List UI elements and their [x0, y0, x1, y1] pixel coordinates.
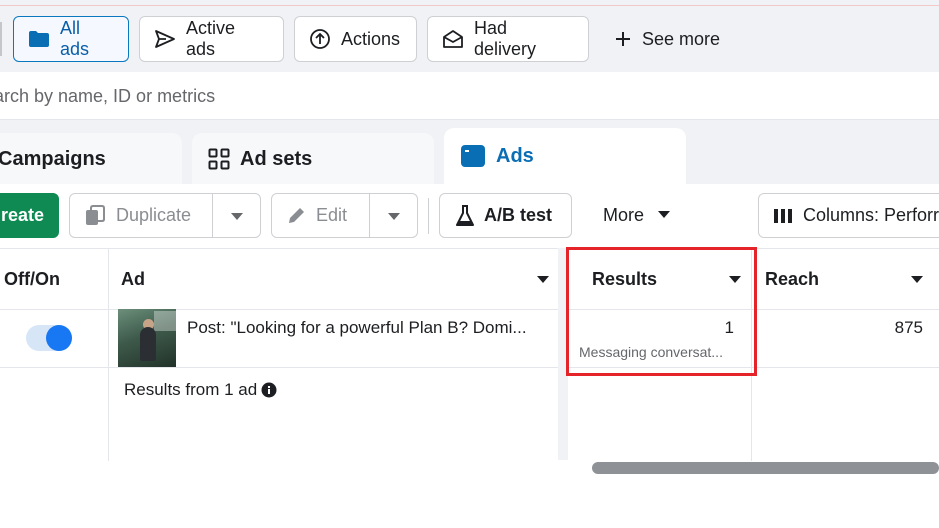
- flask-icon: [456, 204, 474, 226]
- summary-row: Results from 1 ad: [124, 380, 277, 400]
- horizontal-scrollbar[interactable]: [592, 462, 939, 474]
- header-ad[interactable]: Ad: [121, 249, 557, 309]
- tab-ads-label: Ads: [496, 144, 534, 167]
- filter-active-ads[interactable]: Active ads: [139, 16, 284, 62]
- duplicate-dropdown[interactable]: [213, 194, 261, 237]
- filter-actions[interactable]: Actions: [294, 16, 417, 62]
- thumbnail-figure: [140, 327, 156, 361]
- toolbar-divider: [428, 198, 429, 234]
- thumbnail-light: [154, 311, 176, 331]
- ab-test-button[interactable]: A/B test: [439, 193, 572, 238]
- open-envelope-icon: [443, 30, 463, 48]
- header-ad-label: Ad: [121, 268, 145, 289]
- tab-campaigns-label: Campaigns: [0, 147, 106, 170]
- info-icon[interactable]: [261, 382, 277, 398]
- tab-ad-sets-label: Ad sets: [240, 147, 313, 170]
- more-label: More: [603, 205, 645, 225]
- send-icon: [155, 30, 175, 48]
- chevron-down-icon: [231, 213, 243, 220]
- level-tabs: Campaigns Ad sets Ads: [0, 120, 939, 185]
- caret-down-icon: [658, 211, 670, 218]
- filter-had-delivery[interactable]: Had delivery: [427, 16, 589, 62]
- chevron-down-icon: [388, 213, 400, 220]
- caret-down-icon: [911, 276, 923, 283]
- search-input[interactable]: [0, 72, 939, 120]
- plus-icon: [616, 32, 630, 46]
- edit-split-button: Edit: [271, 193, 418, 238]
- toolbar: reate Duplicate Edit A/B test More Colum…: [0, 184, 939, 248]
- folder-icon: [29, 31, 49, 47]
- toggle-knob: [46, 325, 72, 351]
- caret-down-icon: [537, 276, 549, 283]
- edit-button[interactable]: Edit: [272, 194, 369, 237]
- arrow-up-circle-icon: [310, 29, 330, 49]
- ab-test-label: A/B test: [484, 205, 553, 225]
- ads-table: Off/On Ad Results Reach Post: "Looking f…: [0, 248, 939, 461]
- ad-window-icon: [461, 145, 485, 167]
- filter-bar-edge: [0, 22, 2, 56]
- tab-campaigns[interactable]: Campaigns: [0, 133, 182, 185]
- ad-toggle[interactable]: [26, 325, 72, 351]
- summary-text: Results from 1 ad: [124, 380, 258, 399]
- tab-ads[interactable]: Ads: [444, 128, 686, 184]
- column-divider: [108, 249, 109, 461]
- header-off-on[interactable]: Off/On: [4, 249, 108, 309]
- duplicate-split-button: Duplicate: [69, 193, 261, 238]
- columns-label: Columns: Perforr: [803, 205, 939, 225]
- create-button-label: reate: [1, 205, 45, 225]
- pencil-icon: [289, 207, 304, 223]
- header-reach-label: Reach: [765, 268, 820, 289]
- filter-had-delivery-label: Had delivery: [474, 18, 537, 59]
- filter-actions-label: Actions: [341, 28, 401, 49]
- filter-bar: All ads Active ads Actions Had delivery …: [0, 6, 939, 72]
- search-bar: [0, 72, 939, 120]
- columns-button[interactable]: Columns: Perforr: [758, 193, 939, 238]
- duplicate-icon: [86, 204, 105, 225]
- duplicate-button[interactable]: Duplicate: [70, 194, 212, 237]
- grid-icon: [208, 148, 230, 170]
- filter-all-ads-label: All ads: [60, 18, 90, 59]
- filter-all-ads[interactable]: All ads: [13, 16, 129, 62]
- row-divider: [0, 367, 939, 368]
- filter-active-ads-label: Active ads: [186, 18, 236, 59]
- duplicate-label: Duplicate: [116, 205, 192, 225]
- filter-see-more[interactable]: See more: [600, 16, 740, 62]
- create-button[interactable]: reate: [0, 193, 59, 238]
- columns-icon: [774, 208, 792, 223]
- filter-see-more-label: See more: [642, 28, 721, 49]
- header-reach[interactable]: Reach: [765, 249, 939, 309]
- ad-name-link[interactable]: Post: "Looking for a powerful Plan B? Do…: [187, 318, 527, 338]
- edit-dropdown[interactable]: [370, 194, 418, 237]
- header-off-on-label: Off/On: [4, 268, 60, 289]
- reach-value: 875: [894, 318, 923, 337]
- tab-ad-sets[interactable]: Ad sets: [192, 133, 434, 185]
- more-button[interactable]: More: [588, 193, 688, 238]
- results-highlight-box: [566, 247, 757, 376]
- edit-label: Edit: [316, 205, 348, 225]
- ad-thumbnail[interactable]: [118, 309, 176, 367]
